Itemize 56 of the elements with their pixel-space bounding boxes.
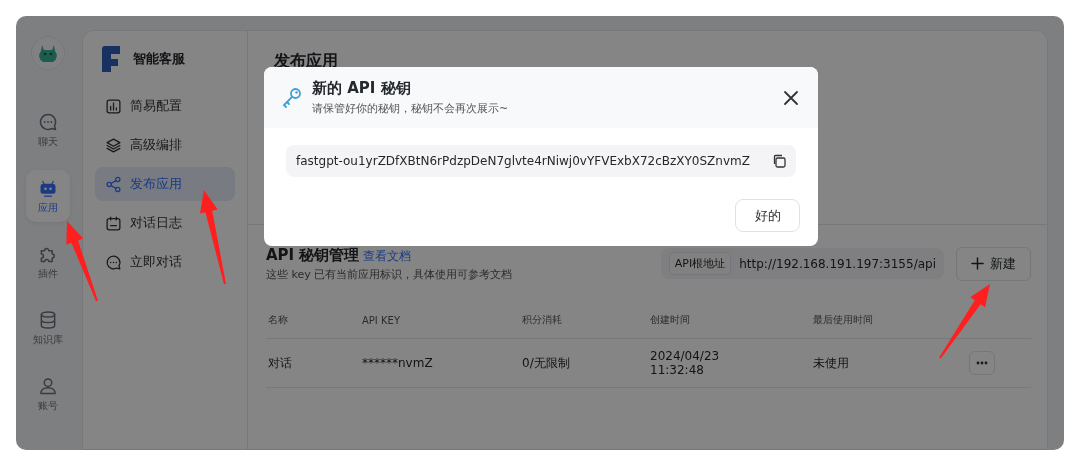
column-header: API KEY: [361, 314, 401, 326]
sidebar-item-label: 发布应用: [130, 175, 182, 193]
sidebar-item[interactable]: 高级编排: [95, 128, 235, 162]
table-cell-text: 对话: [267, 354, 293, 372]
doc-link[interactable]: 查看文档: [363, 249, 412, 263]
calendar-icon: [105, 214, 122, 232]
more-icon: [976, 361, 988, 365]
dialog-title: 新的 API 秘钥: [312, 79, 412, 98]
table-cell-text: 未使用: [812, 354, 850, 372]
copy-icon[interactable]: [772, 154, 786, 168]
nav-rail-label: 聊天: [38, 134, 58, 149]
table-cell-text: 2024/04/23 11:32:48: [649, 349, 721, 377]
nav-rail-label: 插件: [38, 266, 58, 281]
nav-rail-item[interactable]: 应用: [26, 170, 70, 222]
sidebar-item-label: 对话日志: [130, 214, 182, 232]
key-icon: [282, 86, 302, 109]
column-header: 创建时间: [649, 313, 691, 327]
nav-rail-label: 应用: [38, 200, 58, 215]
nav-rail-label: 账号: [38, 398, 58, 413]
base-url-tag: API根地址: [668, 252, 732, 275]
sidebar-item-label: 立即对话: [130, 253, 182, 271]
confirm-button[interactable]: 好的: [735, 199, 800, 232]
sidebar-item[interactable]: 立即对话: [95, 245, 235, 279]
sidebar-item-label: 高级编排: [130, 136, 182, 154]
dialog-subtitle: 请保管好你的秘钥，秘钥不会再次展示~: [312, 101, 510, 116]
plus-icon: [971, 257, 984, 270]
sidebar-item[interactable]: 简易配置: [95, 89, 235, 123]
sidebar-item-label: 简易配置: [130, 97, 182, 115]
close-icon: [782, 88, 800, 107]
avatar-icon: [31, 36, 65, 70]
chat-bubble-icon: [105, 253, 122, 271]
page-title: 发布应用: [274, 51, 339, 72]
close-button[interactable]: [782, 88, 800, 107]
nav-rail-item[interactable]: 插件: [26, 236, 70, 288]
nav-rail-item[interactable]: 账号: [26, 368, 70, 420]
column-header: 最后使用时间: [812, 313, 874, 327]
table-cell-text: ******nvmZ: [361, 356, 434, 370]
column-header: 名称: [267, 313, 289, 327]
nav-rail-item[interactable]: 聊天: [26, 104, 70, 156]
database-icon: [38, 309, 58, 330]
new-button[interactable]: 新建: [956, 246, 1031, 281]
chat-bubble-icon: [38, 111, 58, 132]
app-logo-icon: [99, 45, 123, 73]
api-key-text: fastgpt-ou1yrZDfXBtN6rPdzpDeN7glvte4rNiwj0vYFVExbX72cBzXY0SZnvmZ: [296, 154, 751, 168]
section-title: API 秘钥管理: [266, 246, 360, 264]
layers-icon: [105, 136, 122, 154]
column-header: 积分消耗: [521, 313, 563, 327]
bar-chart-icon: [105, 97, 122, 115]
table-cell-text: 0/无限制: [521, 354, 571, 372]
section-subtitle: 这些 key 已有当前应用标识，具体使用可参考文档: [266, 267, 514, 282]
base-url: http://192.168.191.197:3155/api: [739, 256, 936, 271]
app-name: 智能客服: [133, 50, 185, 68]
sidebar-item[interactable]: 对话日志: [95, 206, 235, 240]
user-icon: [38, 375, 58, 396]
sidebar-item[interactable]: 发布应用: [95, 167, 235, 201]
share-icon: [105, 175, 122, 193]
